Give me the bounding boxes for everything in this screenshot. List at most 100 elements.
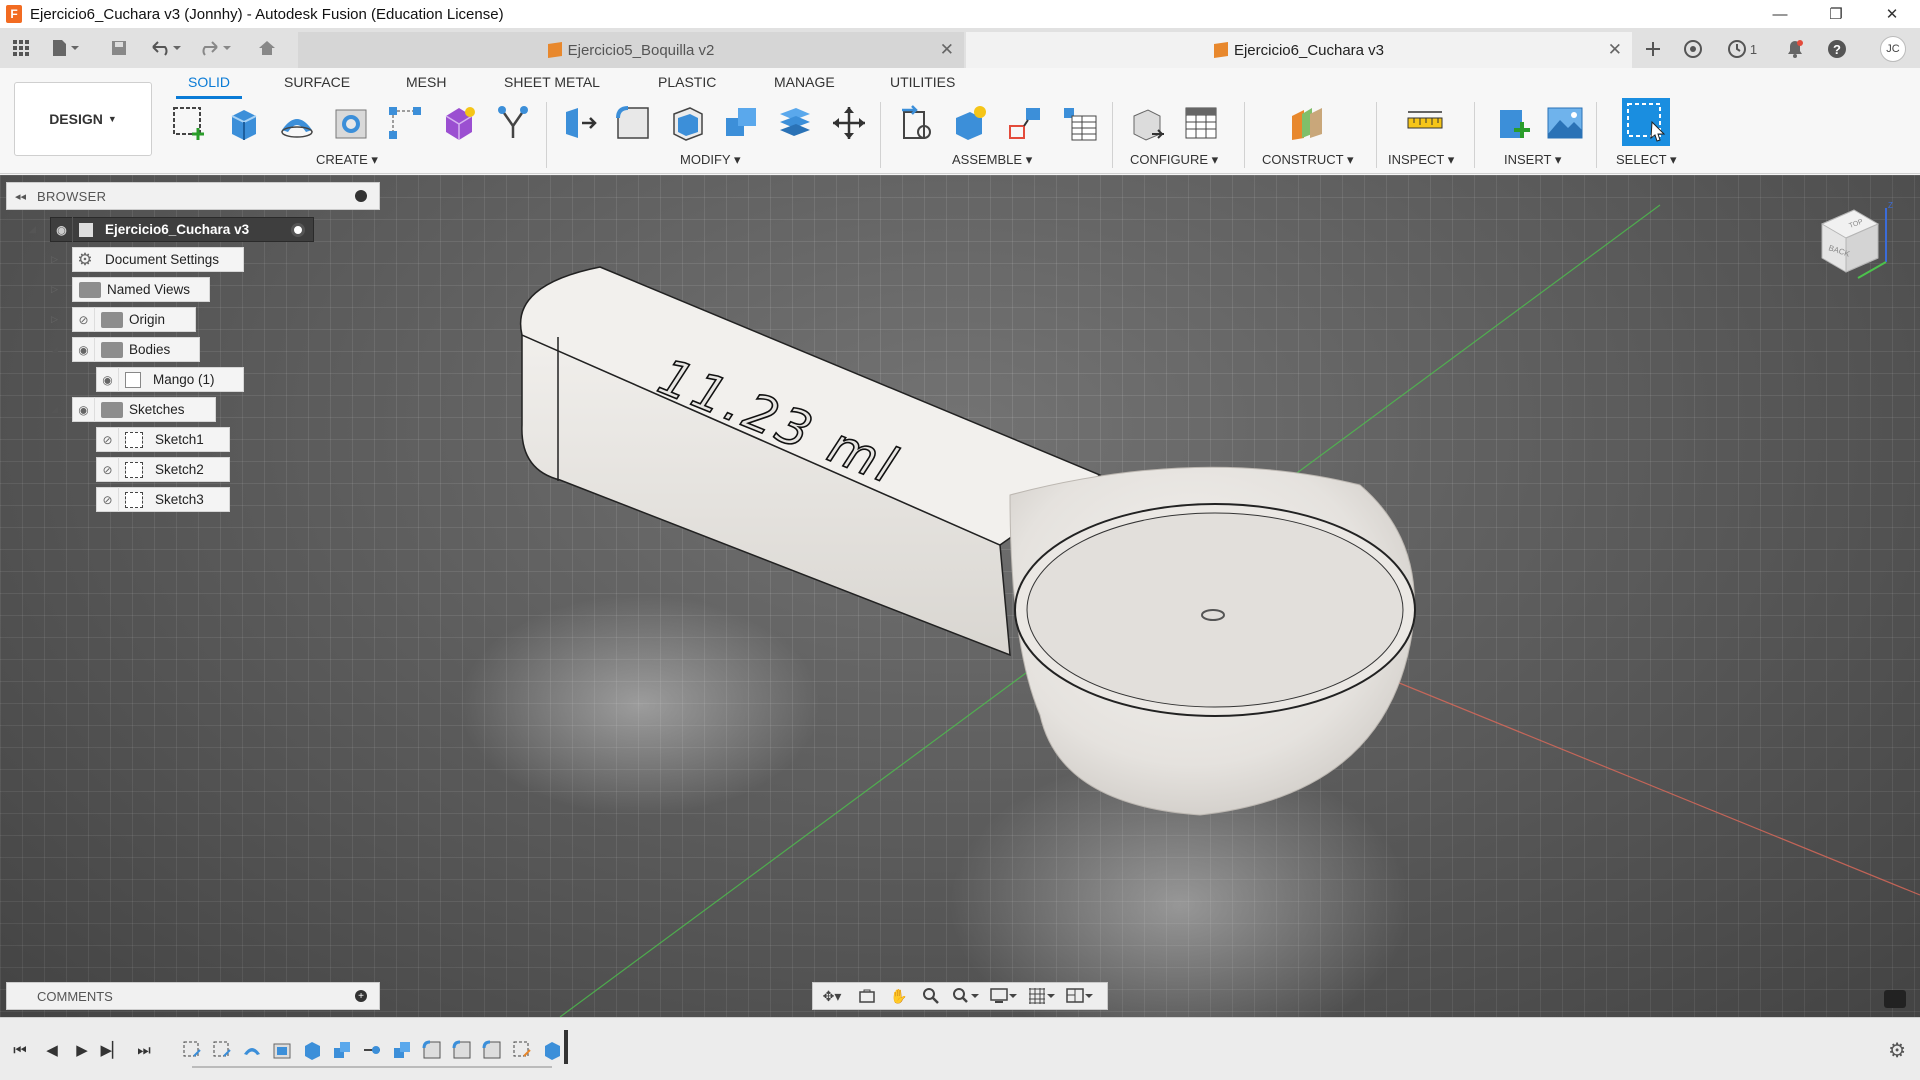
minimize-panel-icon[interactable]: [355, 190, 367, 202]
orbit-icon[interactable]: ✥▾: [813, 983, 851, 1009]
expand-toggle-icon[interactable]: ▷: [51, 284, 58, 295]
hidden-eye-icon[interactable]: ⊘: [73, 307, 95, 332]
tab-utilities[interactable]: UTILITIES: [890, 74, 955, 90]
workspace-switcher[interactable]: DESIGN ▼: [14, 82, 152, 156]
visibility-eye-icon[interactable]: ◉: [51, 217, 73, 242]
timeline-sketch-icon[interactable]: [180, 1038, 204, 1062]
extrude-icon[interactable]: [222, 102, 264, 144]
select-group-label[interactable]: SELECT ▾: [1616, 152, 1676, 168]
tree-item-sketch1[interactable]: ⊘ Sketch1: [96, 427, 230, 452]
timeline-fillet-icon[interactable]: [420, 1038, 444, 1062]
tab-surface[interactable]: SURFACE: [284, 74, 350, 90]
expand-toggle-icon[interactable]: ▷: [51, 314, 58, 325]
create-sketch-icon[interactable]: [168, 102, 210, 144]
joint-icon[interactable]: [950, 102, 992, 144]
save-icon[interactable]: [106, 36, 132, 60]
press-pull-icon[interactable]: [558, 102, 600, 144]
visibility-eye-icon[interactable]: ◉: [73, 397, 95, 422]
collapse-panel-icon[interactable]: ◂◂: [15, 190, 26, 203]
tab-mesh[interactable]: MESH: [406, 74, 446, 90]
viewports-icon[interactable]: [1061, 983, 1099, 1009]
configure-group-label[interactable]: CONFIGURE ▾: [1130, 152, 1218, 168]
hidden-eye-icon[interactable]: ⊘: [97, 457, 119, 482]
tab-sheet-metal[interactable]: SHEET METAL: [504, 74, 600, 90]
tree-item-sketches[interactable]: ◢ ◉ Sketches: [51, 397, 216, 422]
tab-ejercicio6[interactable]: Ejercicio6_Cuchara v3 ✕: [966, 32, 1632, 68]
configure-icon[interactable]: [1126, 102, 1168, 144]
pan-hand-icon[interactable]: ✋: [883, 983, 915, 1009]
move-copy-icon[interactable]: [828, 102, 870, 144]
form-icon[interactable]: [438, 102, 480, 144]
offset-plane-icon[interactable]: [1286, 102, 1328, 144]
zoom-icon[interactable]: [915, 983, 947, 1009]
expand-toggle-icon[interactable]: ▷: [51, 254, 58, 265]
tree-root-component[interactable]: ◢ ◉ Ejercicio6_Cuchara v3: [29, 217, 314, 242]
timeline-combine-icon[interactable]: [330, 1038, 354, 1062]
hidden-eye-icon[interactable]: ⊘: [97, 487, 119, 512]
display-settings-icon[interactable]: [985, 983, 1023, 1009]
home-icon[interactable]: [254, 36, 280, 60]
expand-toggle-icon[interactable]: ◢: [29, 224, 36, 235]
timeline-fillet-icon[interactable]: [450, 1038, 474, 1062]
extensions-icon[interactable]: [1680, 37, 1706, 61]
insert-group-label[interactable]: INSERT ▾: [1504, 152, 1561, 168]
file-menu-icon[interactable]: [48, 36, 84, 60]
tree-item-named-views[interactable]: ▷ Named Views: [51, 277, 210, 302]
tree-item-document-settings[interactable]: ▷ ⚙ Document Settings: [51, 247, 244, 272]
measure-icon[interactable]: [1404, 102, 1446, 144]
timeline-sketch-icon[interactable]: [210, 1038, 234, 1062]
undo-icon[interactable]: [146, 36, 186, 60]
assemble-group-label[interactable]: ASSEMBLE ▾: [952, 152, 1032, 168]
maximize-button[interactable]: ❐: [1808, 0, 1864, 28]
minimize-button[interactable]: —: [1752, 0, 1808, 28]
tree-item-bodies[interactable]: ◢ ◉ Bodies: [51, 337, 200, 362]
user-avatar[interactable]: JC: [1880, 36, 1906, 62]
job-status-icon[interactable]: 1: [1722, 37, 1762, 61]
timeline-extrude-icon[interactable]: [540, 1038, 564, 1062]
grid-settings-icon[interactable]: [1023, 983, 1061, 1009]
new-component-icon[interactable]: [896, 102, 938, 144]
tab-manage[interactable]: MANAGE: [774, 74, 835, 90]
look-at-icon[interactable]: [851, 983, 883, 1009]
browser-panel-header[interactable]: ◂◂ BROWSER: [6, 182, 380, 210]
tree-item-origin[interactable]: ▷ ⊘ Origin: [51, 307, 196, 332]
timeline-shell-icon[interactable]: [270, 1038, 294, 1062]
notifications-icon[interactable]: [1782, 37, 1808, 61]
tree-item-sketch3[interactable]: ⊘ Sketch3: [96, 487, 230, 512]
timeline-sketch-icon[interactable]: [510, 1038, 534, 1062]
timeline-fillet-icon[interactable]: [480, 1038, 504, 1062]
tab-close-icon[interactable]: ✕: [1608, 40, 1622, 60]
timeline-end-icon[interactable]: ⏭: [132, 1040, 156, 1060]
timeline-start-icon[interactable]: ⏮: [8, 1040, 32, 1060]
hidden-eye-icon[interactable]: ⊘: [97, 427, 119, 452]
tab-close-icon[interactable]: ✕: [940, 40, 954, 60]
timeline-settings-gear-icon[interactable]: ⚙: [1888, 1038, 1906, 1063]
tab-ejercicio5[interactable]: Ejercicio5_Boquilla v2 ✕: [298, 32, 964, 68]
insert-canvas-icon[interactable]: [1544, 102, 1586, 144]
visibility-eye-icon[interactable]: ◉: [97, 367, 119, 392]
pattern-icon[interactable]: [384, 102, 426, 144]
hole-icon[interactable]: [330, 102, 372, 144]
timeline-marker[interactable]: [564, 1030, 568, 1064]
as-built-joint-icon[interactable]: [1004, 102, 1046, 144]
timeline-previous-icon[interactable]: ◀: [40, 1040, 64, 1060]
app-grid-icon[interactable]: [8, 36, 34, 60]
align-icon[interactable]: [774, 102, 816, 144]
add-comment-icon[interactable]: +: [355, 990, 367, 1002]
expand-toggle-icon[interactable]: ◢: [51, 344, 58, 355]
configuration-table-icon[interactable]: [1180, 102, 1222, 144]
timeline-extrude-icon[interactable]: [300, 1038, 324, 1062]
tree-item-body-mango[interactable]: ◉ Mango (1): [96, 367, 244, 392]
view-cube[interactable]: TOP BACK Z: [1820, 201, 1896, 282]
expand-toggle-icon[interactable]: ◢: [51, 404, 58, 415]
revolve-icon[interactable]: [276, 102, 318, 144]
select-icon[interactable]: [1622, 98, 1670, 146]
timeline-combine-icon[interactable]: [390, 1038, 414, 1062]
combine-icon[interactable]: [720, 102, 762, 144]
display-mode-toggle-icon[interactable]: [1884, 990, 1906, 1008]
activate-radio-icon[interactable]: [291, 222, 305, 237]
create-group-label[interactable]: CREATE ▾: [316, 152, 378, 168]
visibility-eye-icon[interactable]: ◉: [73, 337, 95, 362]
fit-zoom-icon[interactable]: [947, 983, 985, 1009]
modify-group-label[interactable]: MODIFY ▾: [680, 152, 740, 168]
